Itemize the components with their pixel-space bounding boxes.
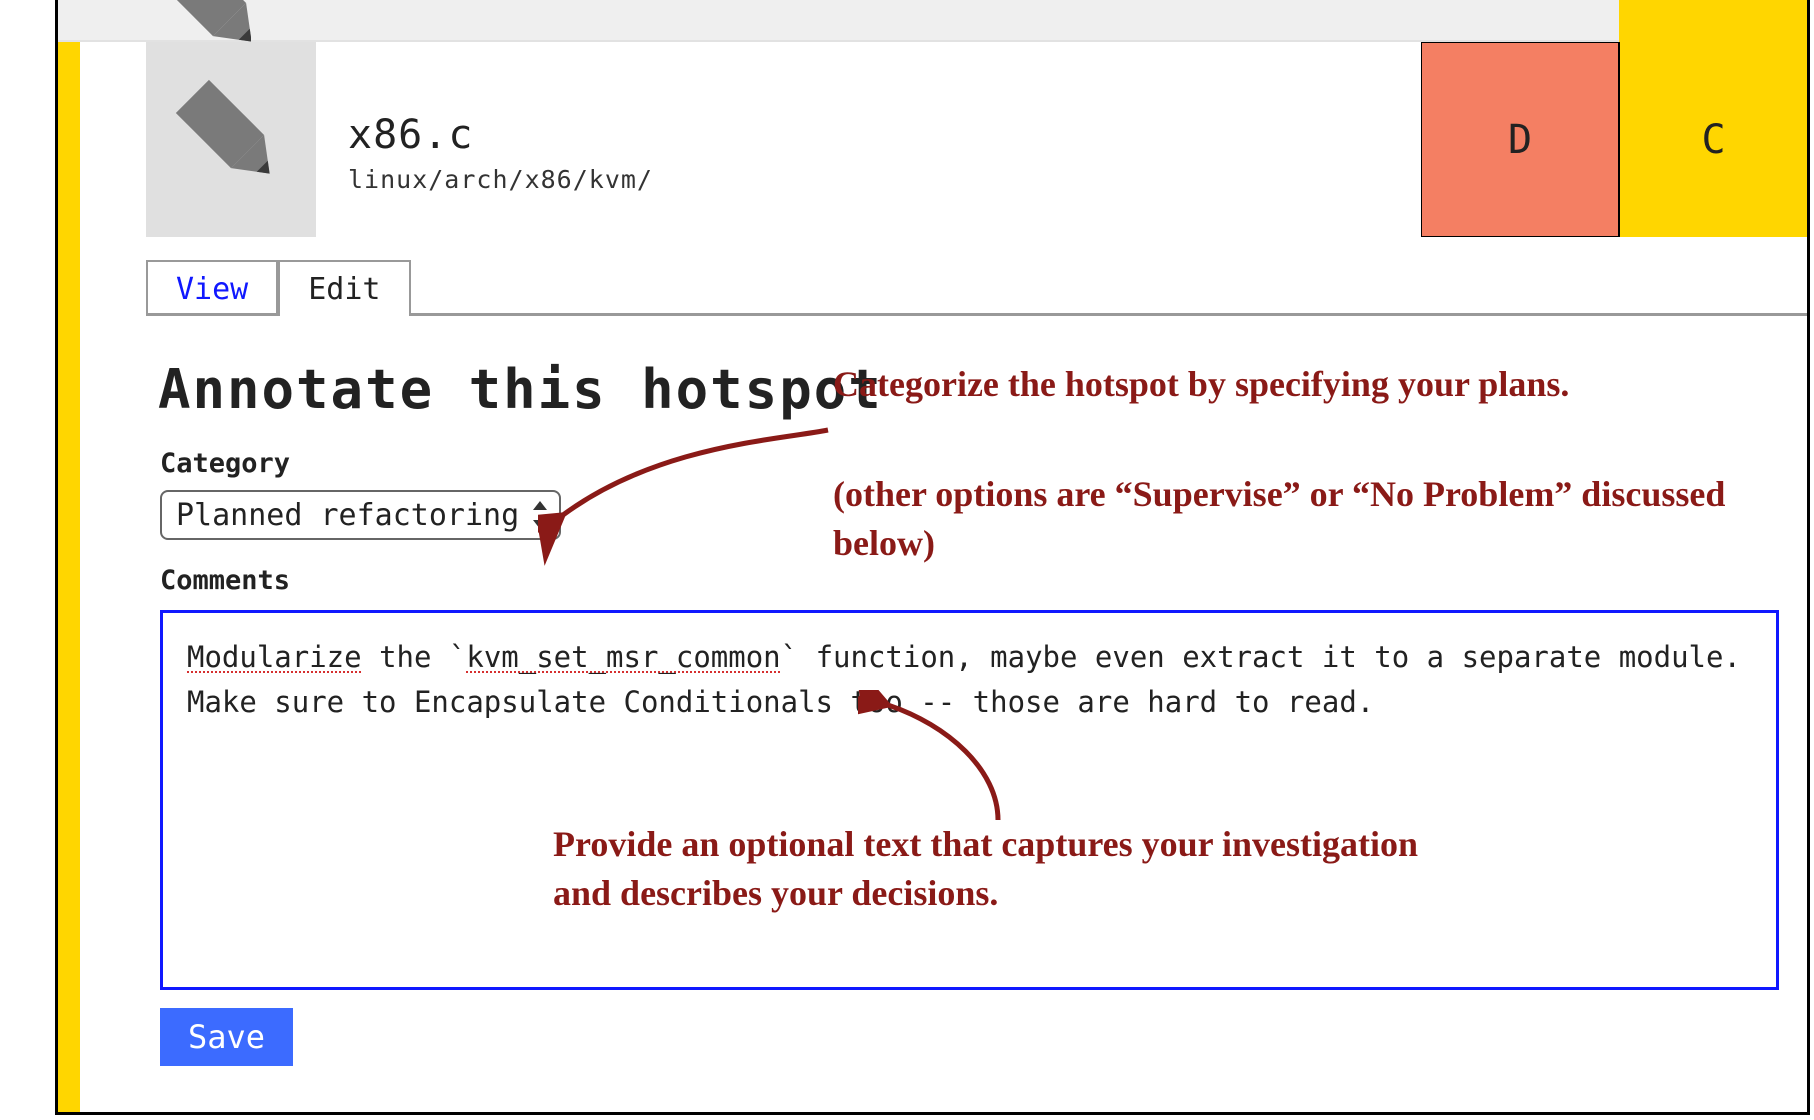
category-select[interactable]: Planned refactoring [160,490,561,540]
comments-label: Comments [160,565,290,596]
app-window: x86.c linux/arch/x86/kvm/ D C ViewEdit A… [55,0,1810,1115]
tab-view[interactable]: View [146,260,278,316]
score-c-letter: C [1701,117,1725,163]
save-button[interactable]: Save [160,1008,293,1066]
tab-row: ViewEdit [146,260,1807,316]
annotation-categorize: Categorize the hotspot by specifying you… [833,360,1810,409]
category-value: Planned refactoring [176,498,519,533]
tab-edit[interactable]: Edit [278,260,410,316]
annotation-arrow-1 [538,400,838,570]
top-strip [58,0,1807,42]
score-c-top-strip [1619,0,1807,42]
comments-rest: ` function, maybe even extract it to a s… [187,640,1741,719]
file-icon-tile [146,42,316,237]
save-label: Save [188,1018,265,1056]
screenshot-root: x86.c linux/arch/x86/kvm/ D C ViewEdit A… [0,0,1814,1120]
score-d-letter: D [1508,117,1532,163]
score-badge-d: D [1421,42,1619,237]
category-label: Category [160,448,290,479]
page-title: Annotate this hotspot [158,358,883,421]
file-path: linux/arch/x86/kvm/ [348,165,653,194]
left-accent-bar [58,42,80,1112]
comments-textarea[interactable]: Modularize the `kvm_set_msr_common` func… [160,610,1779,990]
spell-word-2: kvm_set_msr_common [466,640,780,674]
annotation-options: (other options are “Supervise” or “No Pr… [833,470,1810,567]
file-name: x86.c [348,112,473,158]
score-badge-c: C [1619,42,1807,237]
spell-word-1: Modularize [187,640,362,674]
pencil-icon [166,70,296,200]
select-arrows-icon [531,501,549,529]
